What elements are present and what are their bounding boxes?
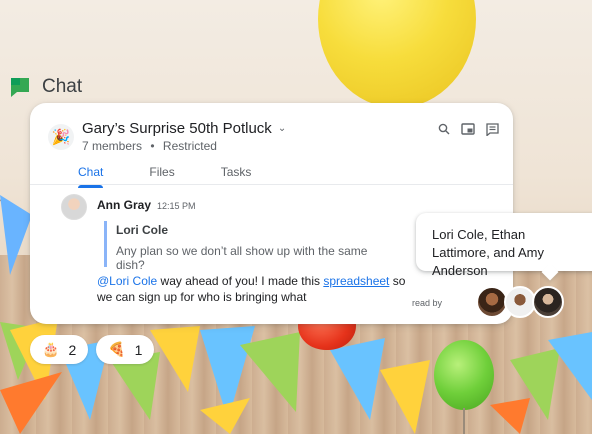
- message-header: Ann Gray 12:15 PM: [97, 198, 196, 212]
- access-status: Restricted: [162, 139, 217, 153]
- reader-avatar[interactable]: [532, 286, 564, 318]
- app-header: Chat: [8, 75, 82, 99]
- room-title-text: Gary’s Surprise 50th Potluck: [82, 120, 272, 137]
- green-balloon: [434, 340, 494, 410]
- spreadsheet-link[interactable]: spreadsheet: [323, 274, 389, 288]
- room-avatar: 🎉: [48, 124, 74, 150]
- tabs-divider: [30, 184, 513, 185]
- separator: •: [150, 139, 155, 153]
- search-icon[interactable]: [437, 122, 451, 136]
- reaction-count: 2: [68, 341, 77, 358]
- quote-author: Lori Cole: [116, 223, 169, 237]
- reaction-cake[interactable]: 🎂 2: [30, 335, 89, 364]
- app-title: Chat: [42, 76, 83, 97]
- pip-icon[interactable]: [461, 122, 475, 136]
- room-toolbar: [437, 122, 499, 136]
- thread-icon[interactable]: [485, 122, 499, 136]
- read-by-label: read by: [412, 298, 443, 308]
- reactions-bar: 🎂 2 🍕 1: [30, 335, 155, 364]
- room-subtitle: 7 members • Restricted: [82, 139, 217, 153]
- read-receipts[interactable]: [476, 286, 564, 318]
- quote-text: Any plan so we don’t all show up with th…: [116, 244, 368, 272]
- pizza-icon: 🍕: [108, 341, 126, 357]
- message-author: Ann Gray: [97, 198, 152, 212]
- room-title[interactable]: Gary’s Surprise 50th Potluck ⌄: [82, 120, 286, 137]
- quoted-message[interactable]: Lori Cole Any plan so we don’t all show …: [104, 221, 394, 272]
- read-by-tooltip: Lori Cole, Ethan Lattimore, and Amy Ande…: [416, 213, 592, 278]
- cake-icon: 🎂: [42, 341, 60, 357]
- member-count: 7 members: [82, 139, 143, 153]
- user-mention[interactable]: @Lori Cole: [97, 274, 157, 288]
- reaction-pizza[interactable]: 🍕 1: [96, 335, 155, 364]
- message-text-1: way ahead of you! I made this: [157, 274, 324, 288]
- balloon-string: [463, 408, 465, 434]
- avatar[interactable]: [61, 194, 87, 220]
- reaction-count: 1: [134, 341, 143, 358]
- chevron-down-icon[interactable]: ⌄: [278, 123, 286, 134]
- message-time: 12:15 PM: [157, 201, 196, 211]
- google-chat-icon: [11, 78, 29, 97]
- message-body: @Lori Cole way ahead of you! I made this…: [97, 273, 407, 305]
